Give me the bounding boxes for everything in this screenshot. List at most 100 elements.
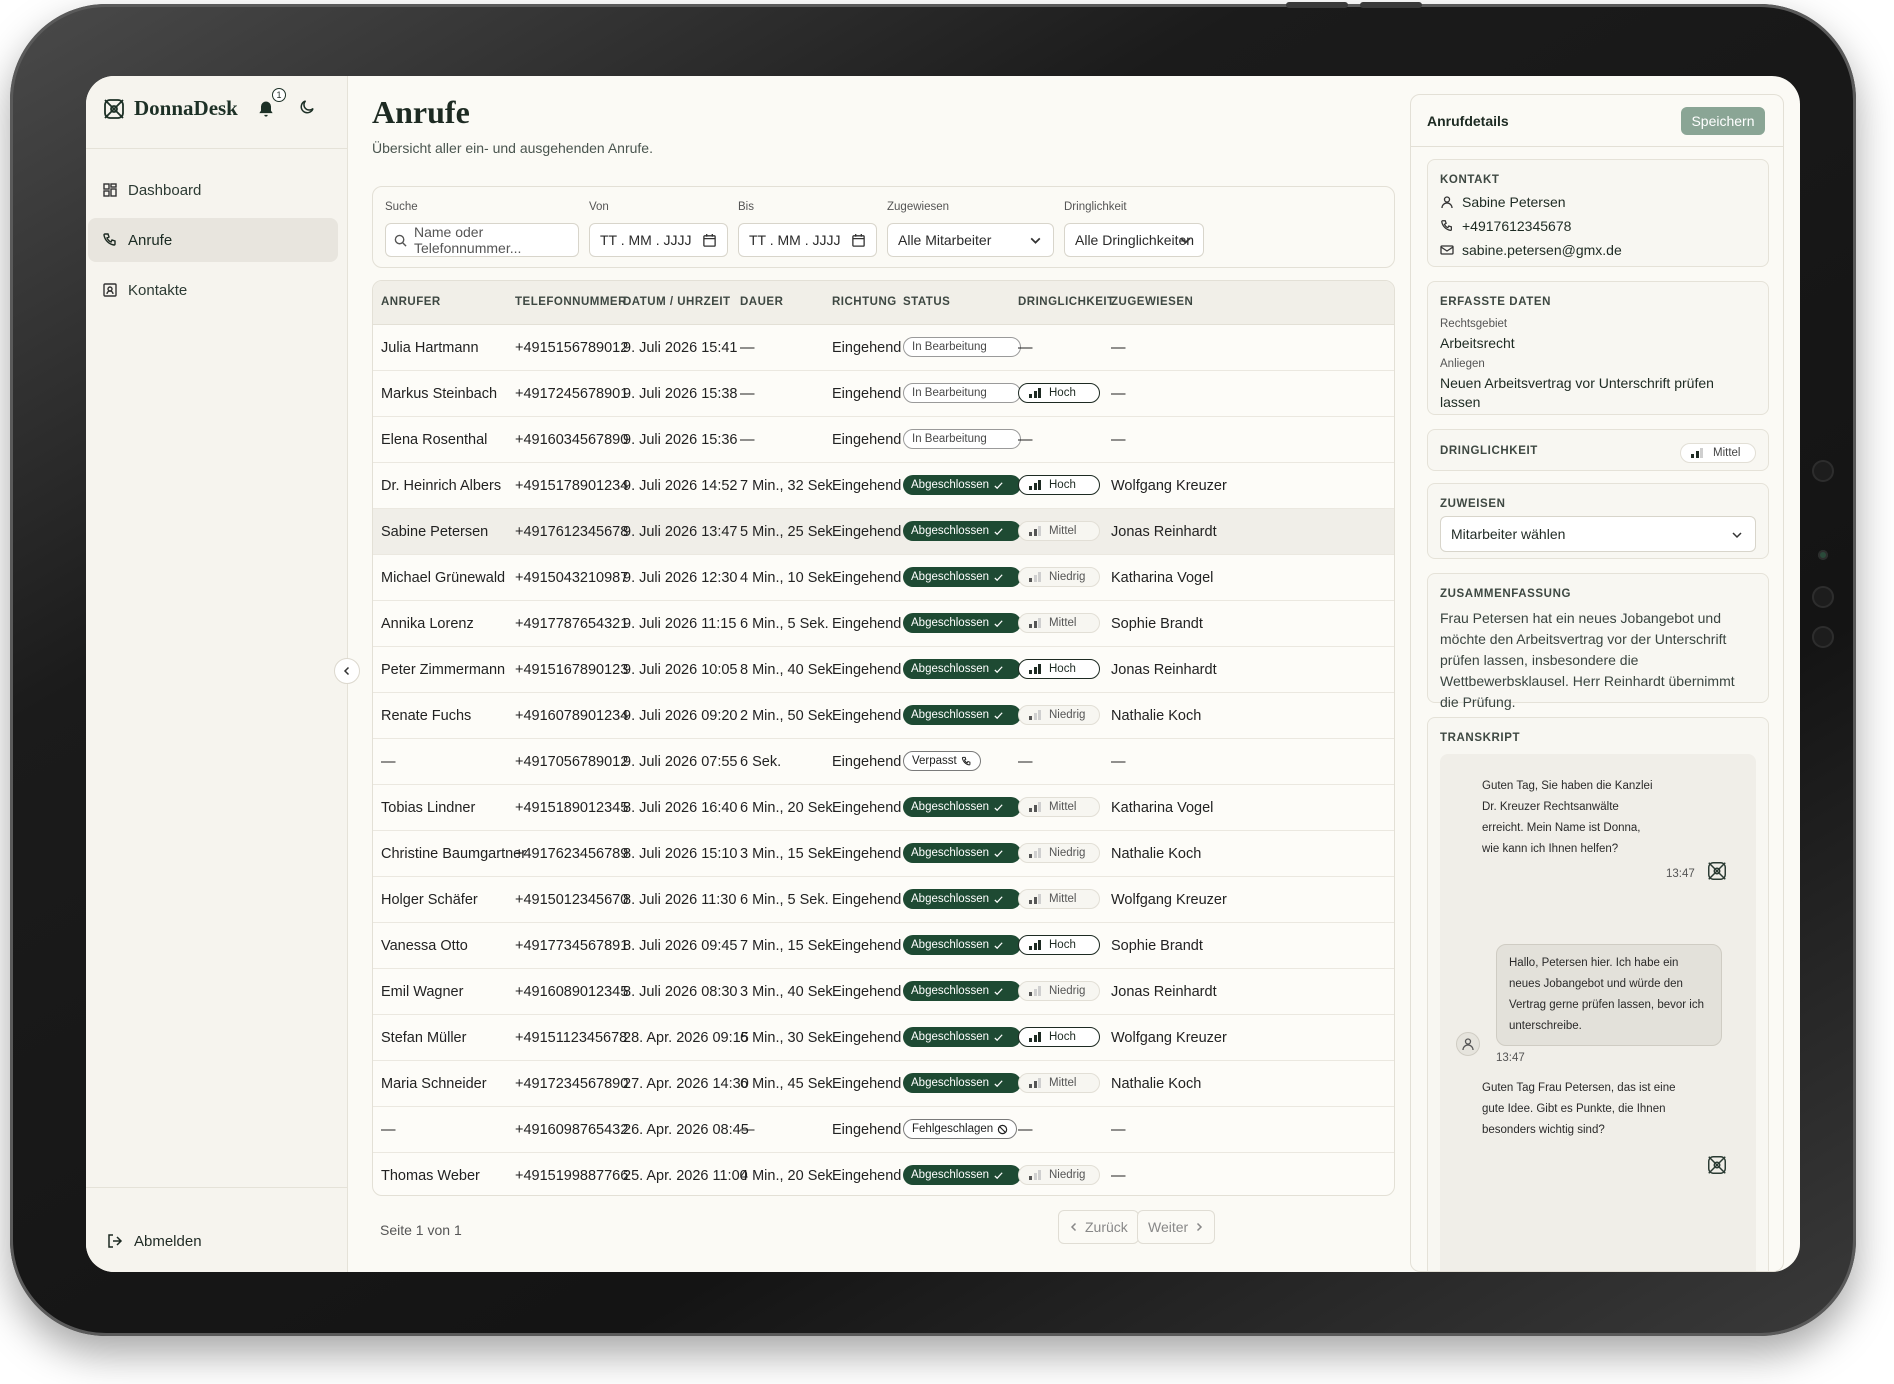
brand[interactable]: DonnaDesk bbox=[102, 96, 238, 121]
column-header[interactable]: TELEFONNUMMER bbox=[515, 296, 627, 308]
logout-button[interactable]: Abmelden bbox=[106, 1232, 202, 1250]
to-date-input[interactable]: TT . MM . JJJJ bbox=[738, 223, 877, 257]
urgency-empty: — bbox=[1018, 1122, 1033, 1138]
table-row[interactable]: Maria Schneider +4917234567890 27. Apr. 20… bbox=[373, 1061, 1394, 1107]
status-label: Verpasst bbox=[912, 755, 957, 767]
sidebar-item-anrufe[interactable]: Anrufe bbox=[88, 218, 338, 262]
urgency-badge[interactable]: Mittel bbox=[1680, 443, 1756, 463]
transcript-scroll[interactable]: Guten Tag, Sie haben die Kanzlei Dr. Kre… bbox=[1440, 754, 1756, 1271]
captured-heading: ERFASSTE DATEN bbox=[1440, 296, 1552, 308]
call-direction: Eingehend bbox=[832, 616, 902, 632]
urgency-label: Mittel bbox=[1049, 893, 1077, 905]
phone-number: +4917245678901 bbox=[515, 386, 629, 402]
table-row[interactable]: Dr. Heinrich Albers +4915178901234 9. Juli… bbox=[373, 463, 1394, 509]
contact-phone[interactable]: +4917612345678 bbox=[1462, 218, 1571, 234]
urgency-card: DRINGLICHKEIT Mittel bbox=[1427, 429, 1769, 471]
check-icon bbox=[994, 803, 1003, 811]
caller-name: Christine Baumgartner bbox=[381, 846, 527, 862]
call-datetime: 8. Juli 2026 11:30 bbox=[623, 892, 737, 908]
table-row[interactable]: Peter Zimmermann +4915167890123 9. Juli 20… bbox=[373, 647, 1394, 693]
sidebar-item-kontakte[interactable]: Kontakte bbox=[88, 268, 338, 312]
table-row[interactable]: Holger Schäfer +4915012345670 8. Juli 2026… bbox=[373, 877, 1394, 923]
transcript-card: TRANSKRIPT Guten Tag, Sie haben die Kanz… bbox=[1427, 717, 1769, 1271]
assign-card: ZUWEISEN Mitarbeiter wählen bbox=[1427, 483, 1769, 559]
next-page-button[interactable]: Weiter bbox=[1137, 1210, 1216, 1244]
table-row[interactable]: Emil Wagner +4916089012345 8. Juli 2026 08… bbox=[373, 969, 1394, 1015]
assigned-select[interactable]: Alle Mitarbeiter bbox=[887, 223, 1054, 257]
signal-bars-icon bbox=[1029, 802, 1041, 812]
urgency-empty: — bbox=[1018, 754, 1033, 770]
contact-email-row: sabine.petersen@gmx.de bbox=[1440, 242, 1622, 258]
column-header[interactable]: STATUS bbox=[903, 296, 950, 308]
phone-number: +4915167890123 bbox=[515, 662, 629, 678]
status-badge: In Bearbeitung bbox=[903, 383, 1021, 403]
table-row[interactable]: Thomas Weber +4915199887766 25. Apr. 2026 … bbox=[373, 1153, 1394, 1195]
chevron-left-icon bbox=[343, 666, 350, 676]
calendar-icon[interactable] bbox=[851, 233, 866, 248]
column-header[interactable]: DATUM / UHRZEIT bbox=[623, 296, 731, 308]
table-row[interactable]: Sabine Petersen +4917612345678 9. Juli 202… bbox=[373, 509, 1394, 555]
search-input[interactable]: Name oder Telefonnummer... bbox=[385, 223, 579, 257]
urgency-badge: Hoch bbox=[1018, 475, 1100, 495]
divider bbox=[86, 1187, 347, 1188]
call-duration: — bbox=[740, 432, 755, 448]
summary-heading: ZUSAMMENFASSUNG bbox=[1440, 588, 1572, 600]
status-label: Abgeschlossen bbox=[911, 479, 989, 491]
assigned-employee: Nathalie Koch bbox=[1111, 708, 1202, 724]
status-badge: Abgeschlossen bbox=[903, 475, 1021, 495]
assign-employee-select[interactable]: Mitarbeiter wählen bbox=[1440, 516, 1756, 552]
table-row[interactable]: Michael Grünewald +4915043210987 9. Juli 2… bbox=[373, 555, 1394, 601]
column-header[interactable]: ANRUFER bbox=[381, 296, 441, 308]
save-button[interactable]: Speichern bbox=[1681, 107, 1765, 135]
call-duration: 3 Min., 15 Sek. bbox=[740, 846, 837, 862]
sidebar-collapse-button[interactable] bbox=[334, 658, 360, 684]
check-icon bbox=[994, 1079, 1003, 1087]
table-row[interactable]: — +4917056789012 9. Juli 2026 07:55 6 Sek. E… bbox=[373, 739, 1394, 785]
assigned-employee: Sophie Brandt bbox=[1111, 938, 1203, 954]
prev-page-button[interactable]: Zurück bbox=[1058, 1210, 1139, 1244]
status-badge: Abgeschlossen bbox=[903, 889, 1021, 909]
calendar-icon[interactable] bbox=[702, 233, 717, 248]
table-row[interactable]: Renate Fuchs +4916078901234 9. Juli 2026 0… bbox=[373, 693, 1394, 739]
table-row[interactable]: Markus Steinbach +4917245678901 9. Juli 20… bbox=[373, 371, 1394, 417]
caller-name: — bbox=[381, 754, 396, 770]
moon-icon[interactable] bbox=[298, 98, 316, 116]
ban-icon bbox=[997, 1124, 1008, 1134]
prev-label: Zurück bbox=[1085, 1219, 1128, 1235]
status-label: Abgeschlossen bbox=[911, 939, 989, 951]
tablet-frame: DonnaDesk 1 Dashboard Anrufe Kontakte Ab… bbox=[10, 2, 1856, 1336]
table-row[interactable]: Annika Lorenz +4917787654321 9. Juli 2026 … bbox=[373, 601, 1394, 647]
call-direction: Eingehend bbox=[832, 1030, 902, 1046]
table-row[interactable]: Stefan Müller +4915112345678 28. Apr. 2026… bbox=[373, 1015, 1394, 1061]
call-duration: — bbox=[740, 386, 755, 402]
phone-number: +4915156789012 bbox=[515, 340, 629, 356]
contact-email[interactable]: sabine.petersen@gmx.de bbox=[1462, 242, 1622, 258]
caller-name: Vanessa Otto bbox=[381, 938, 468, 954]
column-header[interactable]: DAUER bbox=[740, 296, 783, 308]
check-icon bbox=[994, 711, 1003, 719]
column-header[interactable]: RICHTUNG bbox=[832, 296, 897, 308]
urgency-select[interactable]: Alle Dringlichkeiten bbox=[1064, 223, 1204, 257]
table-row[interactable]: Elena Rosenthal +4916034567890 9. Juli 202… bbox=[373, 417, 1394, 463]
call-datetime: 9. Juli 2026 07:55 bbox=[623, 754, 738, 770]
status-label: Fehlgeschlagen bbox=[912, 1123, 994, 1135]
table-row[interactable]: — +4916098765432 26. Apr. 2026 08:45— Einge… bbox=[373, 1107, 1394, 1153]
from-date-input[interactable]: TT . MM . JJJJ bbox=[589, 223, 728, 257]
urgency-label: Mittel bbox=[1049, 617, 1077, 629]
summary-card: ZUSAMMENFASSUNG Frau Petersen hat ein ne… bbox=[1427, 573, 1769, 710]
column-header[interactable]: DRINGLICHKEIT bbox=[1018, 296, 1115, 308]
phone-number: +4917734567891 bbox=[515, 938, 629, 954]
column-header[interactable]: ZUGEWIESEN bbox=[1111, 296, 1193, 308]
signal-bars-icon bbox=[1029, 572, 1041, 582]
table-row[interactable]: Tobias Lindner +4915189012345 8. Juli 2026… bbox=[373, 785, 1394, 831]
table-row[interactable]: Vanessa Otto +4917734567891 8. Juli 2026 0… bbox=[373, 923, 1394, 969]
person-icon bbox=[1441, 196, 1453, 209]
caller-name: Stefan Müller bbox=[381, 1030, 467, 1046]
table-row[interactable]: Christine Baumgartner +4917623456789 8. Ju… bbox=[373, 831, 1394, 877]
bell-icon[interactable] bbox=[256, 98, 276, 120]
to-label: Bis bbox=[738, 201, 754, 213]
sidebar-item-dashboard[interactable]: Dashboard bbox=[88, 168, 338, 212]
table-row[interactable]: Julia Hartmann +4915156789012 9. Juli 2026… bbox=[373, 325, 1394, 371]
summary-text: Frau Petersen hat ein neues Jobangebot u… bbox=[1440, 610, 1735, 710]
status-badge: Verpasst bbox=[903, 751, 981, 771]
